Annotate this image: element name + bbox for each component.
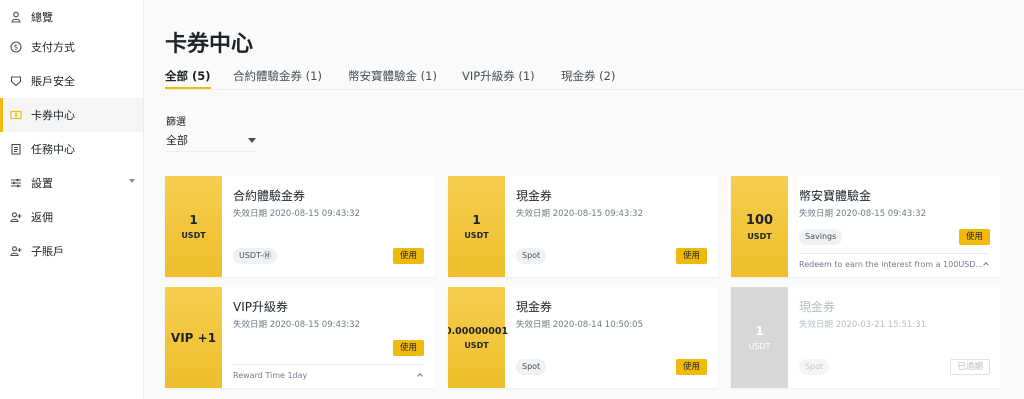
coupon-title: 現金券 <box>516 189 553 203</box>
coupon-card: VIP +1 VIP升級券 失效日期 2020-08-15 09:43:32 使… <box>165 287 435 388</box>
sidebar-item-sub-account[interactable]: 子賬戶 <box>0 234 143 268</box>
sidebar-item-coupon-center[interactable]: 卡券中心 <box>0 98 143 132</box>
chevron-up-icon <box>983 262 989 268</box>
coupon-amount-panel: 1 USDT <box>165 176 222 277</box>
use-button[interactable]: 使用 <box>958 229 990 245</box>
sidebar: 總覽 $ 支付方式 賬戶安全 卡券中心 任務中心 設置 返佣 子賬戶 <box>0 0 144 399</box>
coupon-tag: Spot <box>516 248 547 264</box>
coupon-amount: 1 <box>472 213 481 227</box>
filter-value: 全部 <box>166 134 188 147</box>
coupon-title: 現金券 <box>799 300 836 314</box>
sidebar-item-security[interactable]: 賬戶安全 <box>0 64 143 98</box>
coupon-card: 100 USDT 幣安寶體驗金 失效日期 2020-08-15 09:43:32… <box>731 176 1001 277</box>
coupon-amount: 1 <box>755 324 764 338</box>
coupon-unit: USDT <box>747 231 772 241</box>
main-content: 卡券中心 全部 (5) 合約體驗金券 (1) 幣安寶體驗金 (1) VIP升級券… <box>144 0 1024 399</box>
tab-vip-upgrade[interactable]: VIP升級券 (1) <box>462 68 535 84</box>
coupon-amount-panel: 100 USDT <box>731 176 788 277</box>
coupon-amount-panel: VIP +1 <box>165 287 222 388</box>
sidebar-item-referral[interactable]: 返佣 <box>0 200 143 234</box>
sidebar-item-payment[interactable]: $ 支付方式 <box>0 30 143 64</box>
coupon-card-expired: 1 USDT 現金券 失效日期 2020-03-21 15:51:31 Spot… <box>731 287 1001 388</box>
tab-bar: 全部 (5) 合約體驗金券 (1) 幣安寶體驗金 (1) VIP升級券 (1) … <box>165 66 1024 90</box>
coupon-amount: 100 <box>745 212 774 228</box>
coupon-description: Redeem to earn the interest from a 100US… <box>799 260 984 269</box>
coupon-card: 0.00000001 USDT 現金券 失效日期 2020-08-14 10:5… <box>448 287 718 388</box>
use-button[interactable]: 使用 <box>675 359 707 375</box>
coupon-title: VIP升級券 <box>233 300 288 314</box>
tab-futures-coupon[interactable]: 合約體驗金券 (1) <box>233 68 322 84</box>
coupon-expire-date: 失效日期 2020-08-15 09:43:32 <box>799 209 926 219</box>
sidebar-item-task-center[interactable]: 任務中心 <box>0 132 143 166</box>
coupon-unit: USDT <box>181 231 206 240</box>
coupon-title: 幣安寶體驗金 <box>799 189 872 203</box>
shield-icon <box>10 75 22 87</box>
page-title: 卡券中心 <box>165 32 254 57</box>
add-user-icon <box>10 211 22 223</box>
sidebar-item-label: 任務中心 <box>31 143 75 156</box>
coupon-unit: USDT <box>464 231 489 240</box>
coupon-amount: 0.00000001 <box>448 325 509 337</box>
filter-select[interactable]: 全部 <box>166 130 256 152</box>
ticket-icon <box>10 109 22 121</box>
sidebar-item-overview[interactable]: 總覽 <box>0 0 143 34</box>
coupon-description-toggle[interactable]: Reward Time 1day <box>233 364 424 388</box>
sidebar-item-settings[interactable]: 設置 <box>0 166 143 200</box>
tab-all[interactable]: 全部 (5) <box>165 68 211 89</box>
coupon-tag: Spot <box>516 359 547 375</box>
dollar-circle-icon: $ <box>10 41 22 53</box>
coupon-unit: USDT <box>464 340 489 350</box>
coupon-amount: VIP +1 <box>170 330 217 345</box>
coupon-description-toggle[interactable]: Redeem to earn the interest from a 100US… <box>799 253 990 277</box>
coupon-expire-date: 失效日期 2020-08-14 10:50:05 <box>516 320 643 330</box>
coupon-expire-date: 失效日期 2020-08-15 09:43:32 <box>516 209 643 219</box>
coupon-expire-date: 失效日期 2020-08-15 09:43:32 <box>233 320 360 330</box>
coupon-tag: USDT-Ⓜ <box>233 248 278 264</box>
coupon-expire-date: 失效日期 2020-03-21 15:51:31 <box>799 320 926 330</box>
filter-label: 篩選 <box>166 117 186 128</box>
coupon-title: 現金券 <box>516 300 553 314</box>
coupon-card: 1 USDT 現金券 失效日期 2020-08-15 09:43:32 Spot… <box>448 176 718 277</box>
user-icon <box>10 11 22 23</box>
sidebar-item-label: 賬戶安全 <box>31 75 75 88</box>
coupon-amount-panel: 1 USDT <box>448 176 505 277</box>
use-button[interactable]: 使用 <box>675 248 707 264</box>
coupon-tag: Spot <box>799 359 830 375</box>
sidebar-item-label: 總覽 <box>31 11 53 24</box>
coupon-amount: 1 <box>189 213 198 227</box>
use-button[interactable]: 使用 <box>392 340 424 356</box>
expired-status-badge: 已過期 <box>950 359 990 375</box>
sliders-icon <box>10 177 22 189</box>
tab-cash-voucher[interactable]: 現金券 (2) <box>561 68 615 84</box>
coupon-amount-panel: 1 USDT <box>731 287 788 388</box>
use-button[interactable]: 使用 <box>392 248 424 264</box>
coupon-description: Reward Time 1day <box>233 371 308 380</box>
coupon-amount-panel: 0.00000001 USDT <box>448 287 509 388</box>
coupon-tag: Savings <box>799 229 843 245</box>
sub-account-icon <box>10 245 22 257</box>
coupon-expire-date: 失效日期 2020-08-15 09:43:32 <box>233 209 360 219</box>
sidebar-item-label: 支付方式 <box>31 41 75 54</box>
coupon-title: 合約體驗金券 <box>233 189 306 203</box>
chevron-up-icon <box>417 373 423 379</box>
sidebar-item-label: 卡券中心 <box>31 109 75 122</box>
svg-text:$: $ <box>14 44 18 52</box>
sidebar-item-label: 返佣 <box>31 211 53 224</box>
clipboard-icon <box>10 143 22 155</box>
chevron-down-icon <box>248 138 256 143</box>
sidebar-item-label: 子賬戶 <box>31 245 64 258</box>
coupon-card: 1 USDT 合約體驗金券 失效日期 2020-08-15 09:43:32 U… <box>165 176 435 277</box>
sidebar-item-label: 設置 <box>31 177 53 190</box>
chevron-down-icon <box>129 179 135 183</box>
tab-savings-trial[interactable]: 幣安寶體驗金 (1) <box>348 68 437 84</box>
coupon-unit: USDT <box>748 342 771 351</box>
